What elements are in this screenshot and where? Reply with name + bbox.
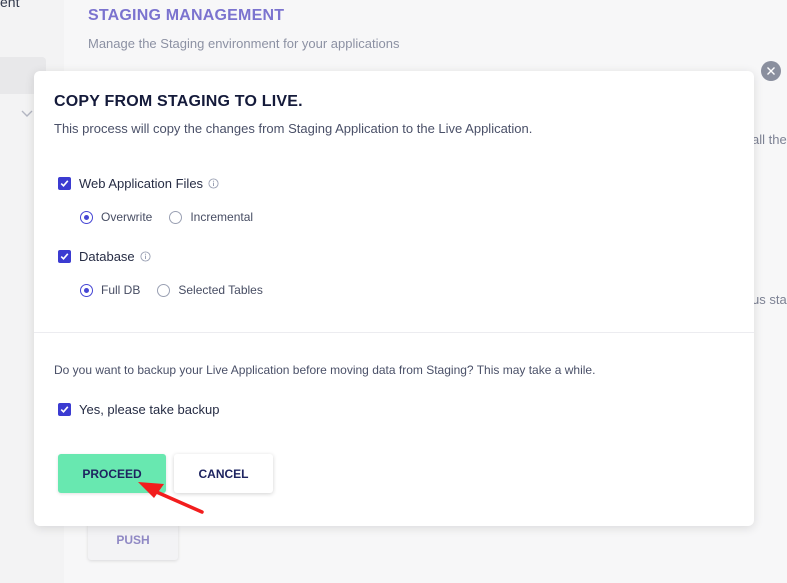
radio-incremental[interactable]: Incremental <box>169 210 253 224</box>
background-text-fragment: us sta <box>752 292 787 307</box>
proceed-button[interactable]: PROCEED <box>58 454 166 493</box>
info-icon[interactable] <box>140 251 151 262</box>
backup-option[interactable]: Yes, please take backup <box>58 402 219 417</box>
close-icon <box>767 67 775 75</box>
radio-button[interactable] <box>169 210 183 224</box>
divider <box>34 332 754 333</box>
database-option[interactable]: Database <box>58 249 151 264</box>
radio-selected-tables[interactable]: Selected Tables <box>157 283 263 297</box>
radio-label: Incremental <box>190 210 254 224</box>
backup-label: Yes, please take backup <box>79 402 220 417</box>
sidebar-fragment-text: ent <box>0 0 20 10</box>
cancel-button[interactable]: CANCEL <box>174 454 273 493</box>
radio-button[interactable] <box>80 210 93 224</box>
close-modal-button[interactable] <box>761 61 781 81</box>
background-text-fragment: all the <box>752 132 787 147</box>
push-button[interactable]: PUSH <box>88 520 178 560</box>
modal-title: COPY FROM STAGING TO LIVE. <box>54 93 303 110</box>
backup-checkbox[interactable] <box>58 403 71 416</box>
database-checkbox[interactable] <box>58 250 71 263</box>
page-title: STAGING MANAGEMENT <box>88 7 285 24</box>
radio-overwrite[interactable]: Overwrite <box>80 210 152 224</box>
web-files-option[interactable]: Web Application Files <box>58 176 219 191</box>
web-files-checkbox[interactable] <box>58 177 71 190</box>
radio-label: Full DB <box>101 283 141 297</box>
checkmark-icon <box>60 180 69 187</box>
web-files-mode-group: Overwrite Incremental <box>80 210 270 224</box>
chevron-down-icon[interactable] <box>20 106 34 120</box>
copy-to-live-modal: COPY FROM STAGING TO LIVE. This process … <box>34 71 754 526</box>
checkmark-icon <box>60 253 69 260</box>
radio-button[interactable] <box>157 283 171 297</box>
backup-question: Do you want to backup your Live Applicat… <box>54 363 596 377</box>
radio-label: Selected Tables <box>178 283 263 297</box>
database-mode-group: Full DB Selected Tables <box>80 283 280 297</box>
radio-button[interactable] <box>80 283 93 297</box>
info-icon[interactable] <box>208 178 219 189</box>
database-label: Database <box>79 249 135 264</box>
radio-full-db[interactable]: Full DB <box>80 283 140 297</box>
page-subtitle: Manage the Staging environment for your … <box>88 36 400 51</box>
modal-description: This process will copy the changes from … <box>54 121 533 136</box>
web-files-label: Web Application Files <box>79 176 204 191</box>
checkmark-icon <box>60 406 69 413</box>
radio-label: Overwrite <box>101 210 153 224</box>
